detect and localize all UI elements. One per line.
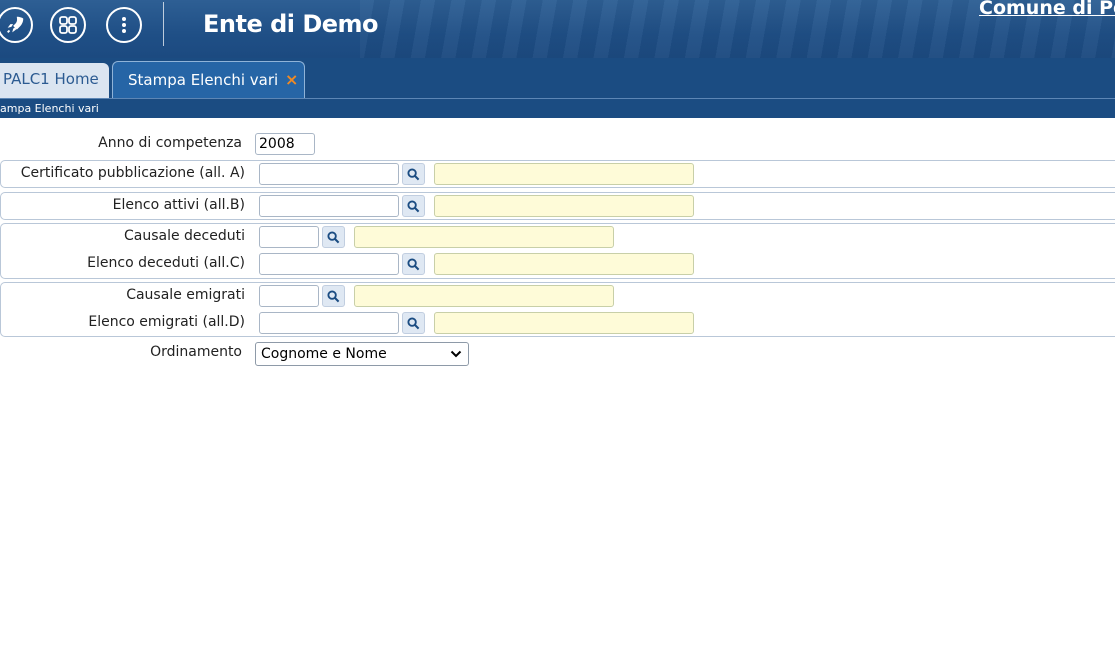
header-divider <box>163 2 164 46</box>
rocket-icon[interactable] <box>0 7 33 43</box>
tab-label: Stampa Elenchi vari <box>128 71 279 89</box>
anno-label: Anno di competenza <box>98 135 242 151</box>
causale-emigrati-input[interactable] <box>259 285 319 307</box>
deceduti-desc-field <box>434 253 694 275</box>
emigrati-label: Elenco emigrati (all.D) <box>88 314 245 330</box>
cert-desc-field <box>434 163 694 185</box>
search-icon[interactable] <box>402 195 425 217</box>
cert-code-input[interactable] <box>259 163 399 185</box>
ordinamento-value: Cognome e Nome <box>261 346 387 362</box>
emigrati-desc-field <box>434 312 694 334</box>
deceduti-label: Elenco deceduti (all.C) <box>87 255 245 271</box>
tab-palc1-home[interactable]: PALC1 Home <box>0 63 109 98</box>
breadcrumb-bar: ampa Elenchi vari <box>0 98 1115 118</box>
attivi-desc-field <box>434 195 694 217</box>
comune-link[interactable]: Comune di Pot <box>979 0 1115 19</box>
causale-deceduti-input[interactable] <box>259 226 319 248</box>
causale-emigrati-desc <box>354 285 614 307</box>
ordinamento-select[interactable]: Cognome e Nome <box>255 342 469 366</box>
anno-input[interactable] <box>255 133 315 155</box>
causale-emigrati-label: Causale emigrati <box>126 287 245 303</box>
cert-label: Certificato pubblicazione (all. A) <box>20 165 245 181</box>
ordinamento-label: Ordinamento <box>150 344 242 360</box>
more-vertical-icon[interactable] <box>106 7 142 43</box>
tab-bar: PALC1 Home Stampa Elenchi vari × <box>0 58 1115 98</box>
causale-deceduti-label: Causale deceduti <box>123 228 245 244</box>
breadcrumb: ampa Elenchi vari <box>0 102 99 115</box>
causale-deceduti-desc <box>354 226 614 248</box>
grid-icon[interactable] <box>50 7 86 43</box>
attivi-code-input[interactable] <box>259 195 399 217</box>
app-title: Ente di Demo <box>203 10 379 38</box>
search-icon[interactable] <box>402 253 425 275</box>
search-icon[interactable] <box>402 163 425 185</box>
tab-stampa-elenchi-vari[interactable]: Stampa Elenchi vari × <box>112 61 305 98</box>
search-icon[interactable] <box>322 285 345 307</box>
search-icon[interactable] <box>322 226 345 248</box>
deceduti-code-input[interactable] <box>259 253 399 275</box>
attivi-label: Elenco attivi (all.B) <box>112 197 245 213</box>
emigrati-code-input[interactable] <box>259 312 399 334</box>
app-header: Ente di Demo Comune di Pot <box>0 0 1115 58</box>
close-icon[interactable]: × <box>285 70 298 89</box>
chevron-down-icon <box>450 350 462 358</box>
search-icon[interactable] <box>402 312 425 334</box>
